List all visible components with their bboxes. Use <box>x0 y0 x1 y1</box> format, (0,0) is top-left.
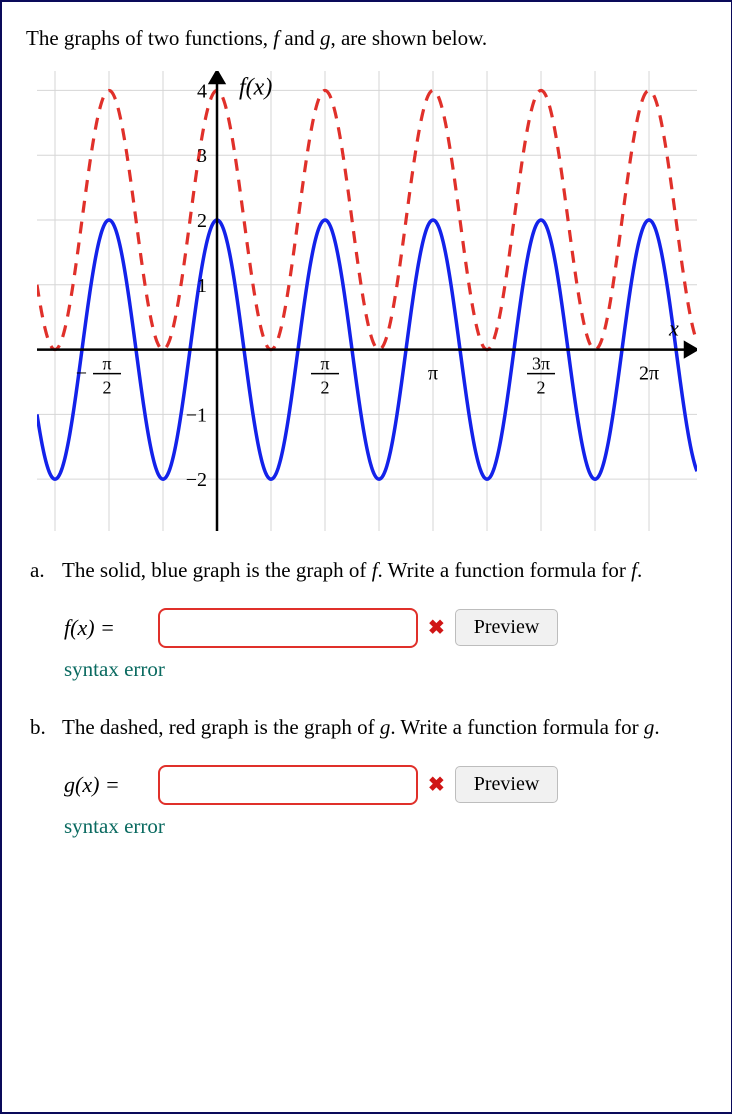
part-text: The dashed, red graph is the graph of <box>62 715 380 739</box>
svg-text:2: 2 <box>197 210 207 232</box>
svg-text:2: 2 <box>536 378 545 398</box>
svg-text:2: 2 <box>320 378 329 398</box>
part-text: . Write a function formula for <box>390 715 644 739</box>
part-marker: b. <box>30 712 46 742</box>
incorrect-icon: ✖ <box>428 618 445 638</box>
answer-lhs: f(x) = <box>64 612 148 644</box>
svg-text:−1: −1 <box>185 405 206 427</box>
part-a: a. The solid, blue graph is the graph of… <box>62 555 707 684</box>
prompt-text: and <box>279 26 320 50</box>
svg-text:π: π <box>320 354 329 374</box>
svg-text:f(x): f(x) <box>239 75 272 101</box>
answer-lhs: g(x) = <box>64 769 148 801</box>
prompt-g: g <box>320 26 331 50</box>
answer-input-f[interactable] <box>158 608 418 648</box>
svg-text:3: 3 <box>197 146 207 168</box>
part-marker: a. <box>30 555 45 585</box>
svg-text:π: π <box>102 354 111 374</box>
preview-button-b[interactable]: Preview <box>455 766 559 803</box>
syntax-error-a: syntax error <box>64 654 707 684</box>
svg-text:3π: 3π <box>531 354 549 374</box>
part-text: . <box>637 558 642 582</box>
svg-text:π: π <box>427 363 437 385</box>
svg-text:−: − <box>75 363 86 385</box>
question-frame: The graphs of two functions, f and g, ar… <box>0 0 732 1114</box>
syntax-error-b: syntax error <box>64 811 707 841</box>
chart: −2−11234−π2π2π3π22πxf(x) <box>37 71 697 537</box>
part-b: b. The dashed, red graph is the graph of… <box>62 712 707 841</box>
svg-text:1: 1 <box>197 275 207 297</box>
svg-text:2: 2 <box>102 378 111 398</box>
part-text: The solid, blue graph is the graph of <box>62 558 372 582</box>
incorrect-icon: ✖ <box>428 775 445 795</box>
question-prompt: The graphs of two functions, f and g, ar… <box>26 24 707 53</box>
prompt-text: , are shown below. <box>330 26 487 50</box>
part-fn: g <box>380 715 391 739</box>
answer-input-g[interactable] <box>158 765 418 805</box>
answer-row-a: f(x) = ✖ Preview <box>64 608 707 648</box>
answer-row-b: g(x) = ✖ Preview <box>64 765 707 805</box>
preview-button-a[interactable]: Preview <box>455 609 559 646</box>
svg-text:x: x <box>668 316 679 341</box>
part-text: . <box>654 715 659 739</box>
svg-text:4: 4 <box>197 81 207 103</box>
parts-list: a. The solid, blue graph is the graph of… <box>26 555 707 841</box>
chart-svg: −2−11234−π2π2π3π22πxf(x) <box>37 71 697 531</box>
svg-text:2π: 2π <box>638 363 658 385</box>
part-text: . Write a function formula for <box>378 558 632 582</box>
part-fn: g <box>644 715 655 739</box>
svg-text:−2: −2 <box>185 470 206 492</box>
prompt-text: The graphs of two functions, <box>26 26 273 50</box>
